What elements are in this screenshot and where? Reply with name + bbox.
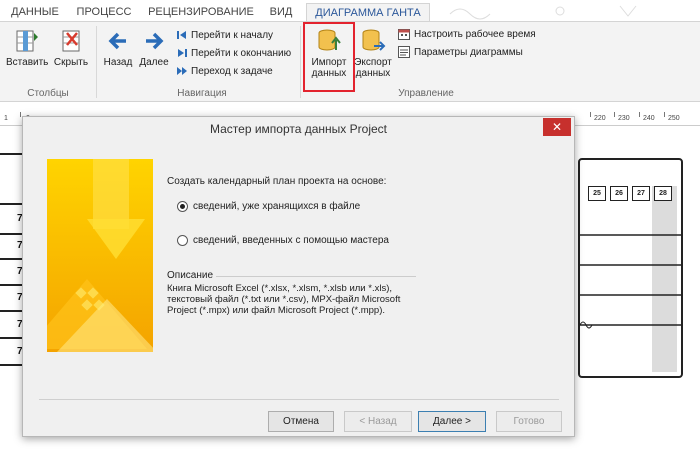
group-separator <box>96 26 97 98</box>
arrow-right-icon <box>146 32 164 50</box>
back-wizard-button[interactable]: < Назад <box>344 411 412 432</box>
go-to-start-label: Перейти к началу <box>191 30 274 41</box>
wizard-banner-graphic <box>47 159 153 352</box>
close-button[interactable]: ✕ <box>543 118 571 136</box>
day-cell: 26 <box>610 186 628 201</box>
grid-line <box>0 310 24 312</box>
grid-line <box>0 284 24 286</box>
import-button-highlight <box>303 22 355 92</box>
ruler-tick <box>639 112 640 117</box>
tab-review[interactable]: РЕЦЕНЗИРОВАНИЕ <box>146 3 256 22</box>
tab-process[interactable]: ПРОЦЕСС <box>74 3 134 22</box>
wizard-banner-image <box>47 159 153 352</box>
ruler-tick <box>664 112 665 117</box>
finish-button[interactable]: Готово <box>496 411 562 432</box>
tab-gantt-chart[interactable]: ДИАГРАММА ГАНТА <box>306 3 430 22</box>
grid-line <box>0 233 24 235</box>
next-label: Далее <box>139 57 169 68</box>
tab-bar-doodle <box>449 5 637 20</box>
insert-column-button[interactable]: Вставить <box>6 28 48 68</box>
grid-line <box>0 364 24 366</box>
hide-column-button[interactable]: Скрыть <box>52 28 90 68</box>
ruler-tick <box>614 112 615 117</box>
ruler-label: 230 <box>618 115 630 122</box>
description-heading: Описание <box>167 270 214 281</box>
grid-line <box>0 153 24 155</box>
calendar-icon <box>398 29 410 41</box>
skip-end-icon <box>178 49 187 58</box>
go-to-end-label: Перейти к окончанию <box>191 48 292 59</box>
fast-forward-icon <box>177 67 187 76</box>
insert-column-label: Вставить <box>6 57 49 68</box>
grid-line <box>0 258 24 260</box>
tab-data[interactable]: ДАННЫЕ <box>8 3 62 22</box>
export-data-label-2: данных <box>355 68 391 79</box>
working-time-label: Настроить рабочее время <box>414 29 536 40</box>
ruler-label: 250 <box>668 115 680 122</box>
ribbon-tab-bar: ДАННЫЕ ПРОЦЕСС РЕЦЕНЗИРОВАНИЕ ВИД ДИАГРА… <box>0 0 700 22</box>
hide-column-label: Скрыть <box>53 57 89 68</box>
radio-from-wizard[interactable] <box>177 235 188 246</box>
back-label: Назад <box>103 57 133 68</box>
chart-settings-icon <box>398 46 410 59</box>
ruler-label: 240 <box>643 115 655 122</box>
dialog-title: Мастер импорта данных Project <box>23 117 574 141</box>
radio-from-file[interactable] <box>177 201 188 212</box>
next-button[interactable]: Далее <box>138 28 170 68</box>
import-wizard-dialog: Мастер импорта данных Project ✕ Создать <box>22 116 575 437</box>
description-text: Книга Microsoft Excel (*.xlsx, *.xlsm, *… <box>167 283 401 316</box>
go-to-end-button[interactable]: Перейти к окончанию <box>177 46 291 62</box>
go-to-task-label: Переход к задаче <box>191 66 273 77</box>
chart-settings-label: Параметры диаграммы <box>414 47 523 58</box>
back-button[interactable]: Назад <box>102 28 134 68</box>
description-divider <box>216 276 416 277</box>
working-time-button[interactable]: Настроить рабочее время <box>398 27 536 43</box>
export-data-button[interactable]: Экспорт данных <box>352 26 394 79</box>
go-to-task-button[interactable]: Переход к задаче <box>177 64 273 80</box>
wizard-prompt: Создать календарный план проекта на осно… <box>167 176 387 187</box>
insert-column-icon <box>16 30 38 52</box>
skip-start-icon <box>177 31 186 40</box>
export-data-label-1: Экспорт <box>354 57 392 68</box>
dialog-separator <box>39 399 559 400</box>
ruler-label: 1 <box>4 115 8 122</box>
radio-from-wizard-label[interactable]: сведений, введенных с помощью мастера <box>193 235 389 246</box>
ruler-tick <box>20 112 21 117</box>
export-data-icon <box>362 29 386 51</box>
day-cell: 25 <box>588 186 606 201</box>
radio-from-file-label[interactable]: сведений, уже хранящихся в файле <box>193 201 360 212</box>
sheet-lines <box>578 234 682 329</box>
chart-settings-button[interactable]: Параметры диаграммы <box>398 45 523 61</box>
next-wizard-button[interactable]: Далее > <box>418 411 486 432</box>
navigation-group-label: Навигация <box>177 88 227 99</box>
cancel-button[interactable]: Отмена <box>268 411 334 432</box>
go-to-start-button[interactable]: Перейти к началу <box>177 28 273 44</box>
hide-column-icon <box>62 30 80 52</box>
ruler-tick <box>590 112 591 117</box>
ruler-label: 220 <box>594 115 606 122</box>
day-cell: 27 <box>632 186 650 201</box>
group-separator <box>300 26 301 98</box>
grid-line <box>0 203 24 205</box>
columns-group-label: Столбцы <box>27 88 69 99</box>
grid-line <box>0 337 24 339</box>
tab-view[interactable]: ВИД <box>264 3 298 22</box>
arrow-left-icon <box>108 32 126 50</box>
day-cell: 28 <box>654 186 672 201</box>
